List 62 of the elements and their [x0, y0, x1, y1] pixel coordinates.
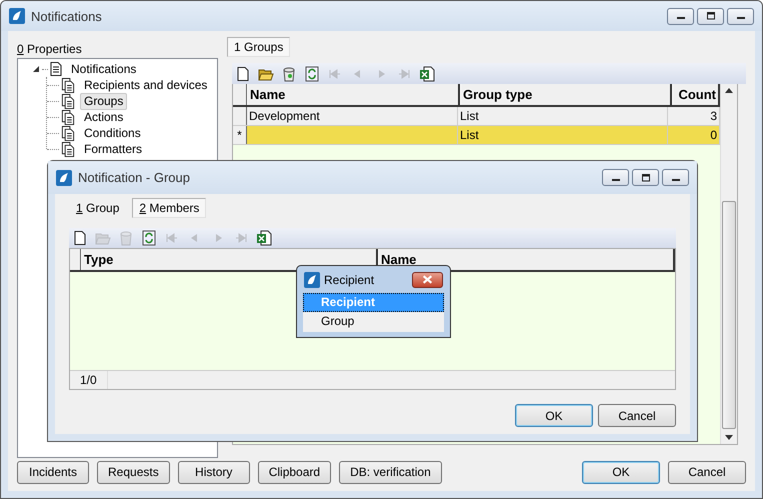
footer-button[interactable]: Requests [97, 460, 170, 484]
footer-button[interactable]: Incidents [17, 460, 89, 484]
documents-icon [61, 142, 75, 156]
new-file-icon[interactable] [72, 230, 88, 246]
documents-icon [61, 78, 75, 92]
minimize-button[interactable] [667, 8, 694, 24]
maximize-icon [706, 12, 716, 20]
refresh-icon[interactable] [141, 230, 157, 246]
table-cell: List [458, 107, 668, 125]
spreadsheet-icon[interactable] [419, 66, 435, 82]
footer-button[interactable]: History [178, 460, 250, 484]
app-icon [56, 170, 72, 186]
scroll-up-icon[interactable] [725, 88, 733, 93]
record-counter: 1/0 [70, 371, 108, 389]
tree-item[interactable]: Formatters [80, 140, 146, 158]
tree-item[interactable]: Groups [80, 92, 128, 110]
app-icon [9, 8, 25, 24]
dialog-button[interactable]: Cancel [668, 460, 746, 484]
tab[interactable]: 1 Group [69, 198, 126, 218]
tree-item[interactable]: Recipients and devices [80, 76, 212, 94]
scroll-down-icon[interactable] [725, 435, 733, 440]
new-row-marker: * [237, 128, 242, 142]
tab[interactable]: 2 Members [132, 198, 206, 218]
dialog-button[interactable]: Cancel [598, 404, 676, 427]
table-row[interactable]: * List 0 [233, 126, 720, 145]
minimize-button[interactable] [602, 169, 629, 186]
document-icon [50, 62, 62, 76]
dialog-button[interactable]: OK [582, 460, 660, 484]
tree-item[interactable]: Notifications [67, 60, 140, 78]
documents-icon [61, 94, 75, 108]
tab[interactable]: 1 Groups [227, 37, 290, 57]
table-cell: Development [247, 107, 458, 125]
properties-label: 0 Properties [17, 41, 83, 58]
expand-arrow-icon[interactable] [32, 65, 40, 73]
column-header[interactable]: Name [247, 84, 460, 105]
popup-title: Recipient [324, 272, 376, 286]
maximize-button[interactable] [632, 169, 659, 186]
refresh-icon[interactable] [304, 66, 320, 82]
documents-icon [61, 110, 75, 124]
tree-item[interactable]: Actions [80, 108, 128, 126]
maximize-button[interactable] [697, 8, 724, 24]
tree-item[interactable]: Conditions [80, 124, 145, 142]
footer-button[interactable]: DB: verification [339, 460, 442, 484]
bin-icon[interactable] [281, 66, 297, 82]
close-button[interactable] [662, 169, 689, 186]
dialog-button[interactable]: OK [515, 404, 593, 427]
close-button[interactable] [412, 272, 443, 288]
spreadsheet-icon[interactable] [256, 230, 272, 246]
close-button[interactable] [727, 8, 754, 24]
list-item[interactable]: Group [303, 312, 444, 331]
dialog-title: Notification - Group [78, 170, 191, 185]
table-row[interactable]: Development List 3 [233, 107, 720, 126]
close-icon [422, 275, 433, 284]
table-cell: List [458, 126, 668, 144]
maximize-icon [640, 174, 650, 182]
scrollbar[interactable] [720, 84, 737, 444]
column-header[interactable]: Group type [460, 84, 672, 105]
new-file-icon[interactable] [235, 66, 251, 82]
documents-icon [61, 126, 75, 140]
window-title: Notifications [31, 8, 103, 24]
app-icon [304, 272, 320, 288]
footer-button[interactable]: Clipboard [258, 460, 332, 484]
